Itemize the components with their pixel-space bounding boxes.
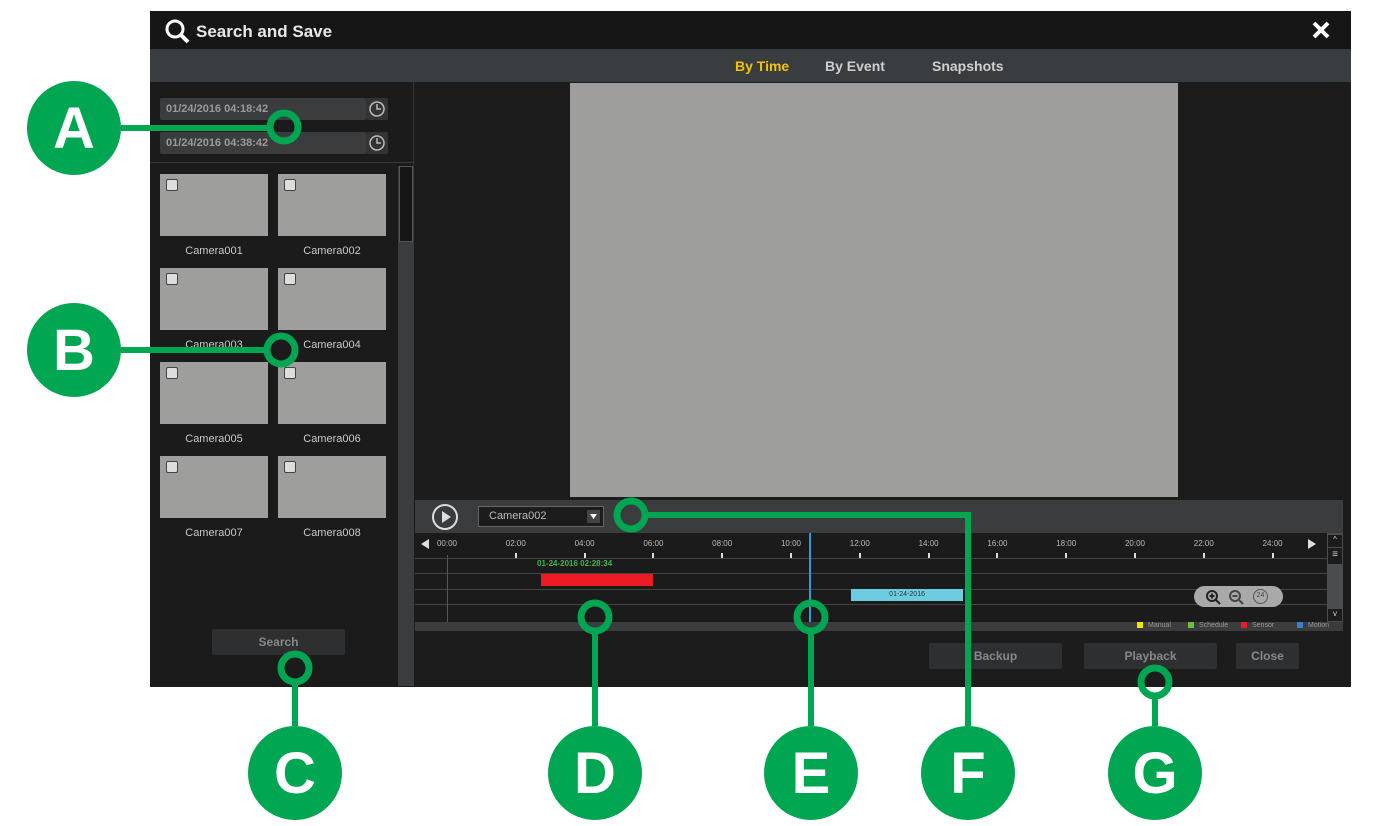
- callout-a: A: [27, 81, 302, 175]
- callout-letter: C: [274, 741, 316, 806]
- callout-letter: E: [792, 741, 831, 806]
- callout-letter: B: [53, 318, 95, 383]
- callout-e: E: [764, 599, 858, 820]
- callout-overlay: A B C D E F G: [27, 81, 1202, 820]
- callout-d: D: [548, 599, 642, 820]
- callout-c: C: [248, 650, 342, 820]
- callout-letter: D: [574, 741, 616, 806]
- callout-letter: G: [1132, 741, 1177, 806]
- callout-letter: A: [53, 96, 95, 161]
- callout-b: B: [27, 303, 299, 397]
- callout-g: G: [1108, 664, 1202, 820]
- callout-letter: F: [950, 741, 985, 806]
